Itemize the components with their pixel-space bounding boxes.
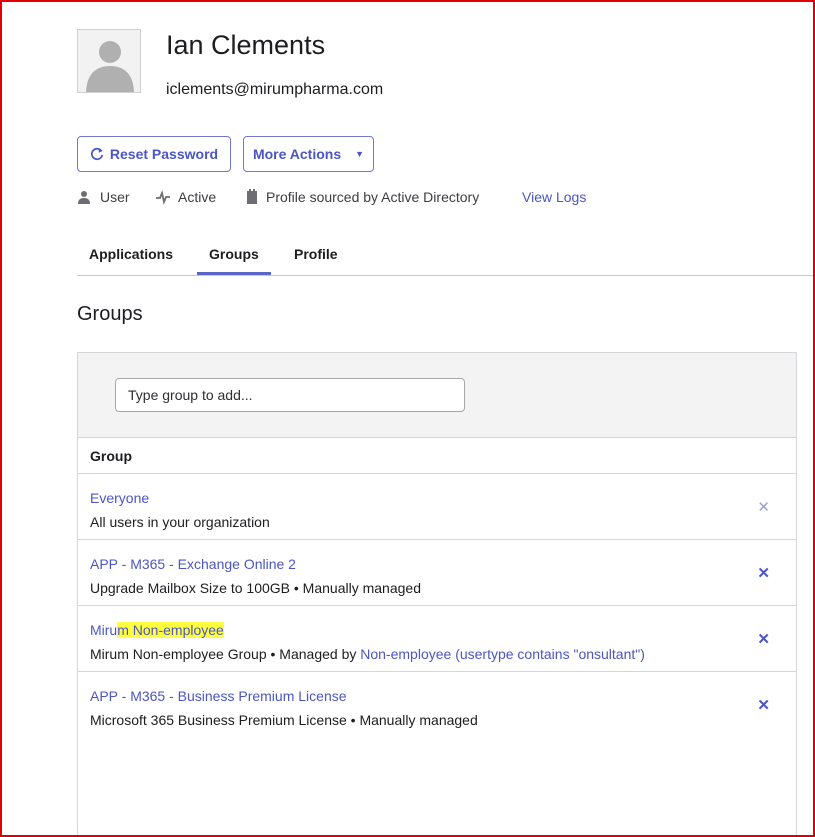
table-header: Group xyxy=(78,438,796,474)
user-name: Ian Clements xyxy=(166,30,326,60)
column-header-group: Group xyxy=(90,448,132,464)
group-description: Mirum Non-employee Group • Managed by No… xyxy=(90,646,645,662)
group-description: All users in your organization xyxy=(90,514,270,530)
profile-source-label: Profile sourced by Active Directory xyxy=(266,189,480,205)
close-icon[interactable]: ✕ xyxy=(757,500,770,515)
more-actions-button[interactable]: More Actions ▼ xyxy=(243,136,374,172)
group-link-everyone[interactable]: Everyone xyxy=(90,490,149,506)
group-description: Microsoft 365 Business Premium License •… xyxy=(90,712,478,728)
group-description-text: Mirum Non-employee Group • Managed by xyxy=(90,646,361,662)
table-row: Everyone All users in your organization … xyxy=(78,474,796,540)
more-actions-label: More Actions xyxy=(252,146,342,162)
group-title-plain: Miru xyxy=(90,622,118,638)
table-row: Mirum Non-employee Mirum Non-employee Gr… xyxy=(78,606,796,672)
refresh-icon xyxy=(90,147,104,161)
user-type: User xyxy=(77,189,130,205)
activity-icon xyxy=(156,189,170,205)
groups-panel: Group Everyone All users in your organiz… xyxy=(77,352,797,837)
caret-down-icon: ▼ xyxy=(355,149,365,159)
group-title-highlighted: m Non-employee xyxy=(117,622,224,638)
tab-applications[interactable]: Applications xyxy=(89,246,173,262)
active-tab-indicator xyxy=(197,272,271,275)
group-link-mirum-non-employee[interactable]: Mirum Non-employee xyxy=(90,622,224,638)
avatar-silhouette-icon xyxy=(86,41,134,92)
directory-icon xyxy=(247,189,257,204)
user-email: iclements@mirumpharma.com xyxy=(166,81,384,98)
user-status: Active xyxy=(155,189,216,205)
close-icon[interactable]: ✕ xyxy=(757,698,770,713)
table-row: APP - M365 - Business Premium License Mi… xyxy=(78,672,796,737)
user-status-label: Active xyxy=(178,189,217,205)
table-row: APP - M365 - Exchange Online 2 Upgrade M… xyxy=(78,540,796,606)
tab-profile[interactable]: Profile xyxy=(294,246,338,262)
close-icon[interactable]: ✕ xyxy=(757,632,770,647)
groups-panel-header xyxy=(78,353,796,438)
reset-password-label: Reset Password xyxy=(109,146,219,162)
group-search-input[interactable] xyxy=(115,378,465,412)
group-link-exchange-online[interactable]: APP - M365 - Exchange Online 2 xyxy=(90,556,296,572)
managed-by-rule-link[interactable]: Non-employee (usertype contains "onsulta… xyxy=(360,646,645,662)
tabs-divider xyxy=(77,275,815,276)
user-type-label: User xyxy=(100,189,130,205)
group-description: Upgrade Mailbox Size to 100GB • Manually… xyxy=(90,580,421,596)
reset-password-button[interactable]: Reset Password xyxy=(77,136,231,172)
view-logs-link[interactable]: View Logs xyxy=(522,189,586,205)
close-icon[interactable]: ✕ xyxy=(757,566,770,581)
group-link-business-premium[interactable]: APP - M365 - Business Premium License xyxy=(90,688,347,704)
user-icon xyxy=(78,191,90,204)
profile-source: Profile sourced by Active Directory xyxy=(245,189,479,205)
tab-groups[interactable]: Groups xyxy=(209,246,259,262)
avatar xyxy=(77,29,141,93)
section-title: Groups xyxy=(77,303,143,325)
